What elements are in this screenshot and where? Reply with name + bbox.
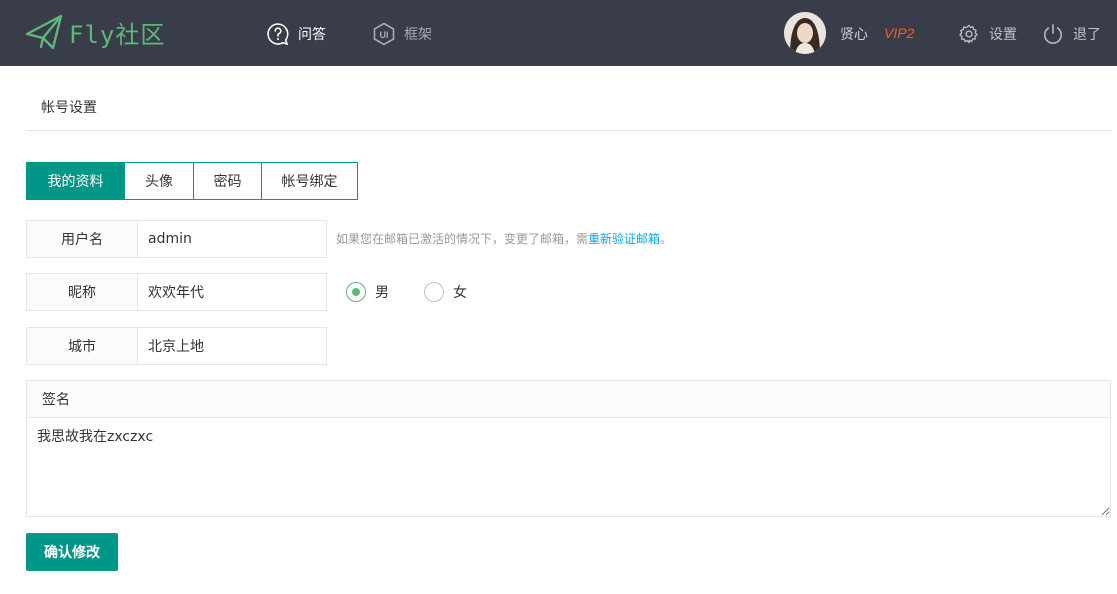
question-bubble-icon xyxy=(266,22,290,46)
email-hint-text: 如果您在邮箱已激活的情况下，变更了邮箱，需 xyxy=(336,232,589,246)
gender-female-radio[interactable]: 女 xyxy=(424,281,467,303)
signature-box: 签名 我思故我在zxczxc xyxy=(26,380,1111,517)
power-icon xyxy=(1041,22,1065,46)
gender-male-radio[interactable]: 男 xyxy=(346,281,389,303)
avatar[interactable] xyxy=(784,12,826,54)
vip-badge: VIP2 xyxy=(884,25,915,41)
settings-link[interactable]: 设置 xyxy=(957,22,1017,46)
page-title: 帐号设置 xyxy=(41,100,97,116)
nav-qa-label: 问答 xyxy=(298,27,326,43)
ui-logo-icon: UI xyxy=(372,22,396,46)
gender-male-label: 男 xyxy=(375,285,389,301)
nav-framework-label: 框架 xyxy=(404,27,432,43)
radio-checked-icon xyxy=(346,282,366,302)
logo-text: Fly社区 xyxy=(69,20,166,49)
tab-avatar[interactable]: 头像 xyxy=(124,163,193,199)
settings-label: 设置 xyxy=(989,27,1017,43)
nickname-input[interactable] xyxy=(138,273,327,311)
nickname-label: 昵称 xyxy=(26,273,138,311)
nickname-row: 昵称 xyxy=(26,273,327,311)
username-input[interactable] xyxy=(138,220,327,258)
gender-female-label: 女 xyxy=(453,285,467,301)
city-row: 城市 xyxy=(26,327,327,365)
email-hint-end: 。 xyxy=(660,232,673,246)
username-label: 用户名 xyxy=(26,220,138,258)
username-row: 用户名 xyxy=(26,220,327,258)
paper-plane-icon xyxy=(25,14,63,50)
nav-framework[interactable]: UI 框架 xyxy=(372,21,432,47)
settings-tabs: 我的资料 头像 密码 帐号绑定 xyxy=(26,162,358,200)
city-input[interactable] xyxy=(138,327,327,365)
email-hint: 如果您在邮箱已激活的情况下，变更了邮箱，需重新验证邮箱。 xyxy=(336,230,672,247)
gear-icon xyxy=(957,22,981,46)
signature-textarea[interactable]: 我思故我在zxczxc xyxy=(27,418,1110,516)
tab-account-binding[interactable]: 帐号绑定 xyxy=(261,163,357,199)
svg-text:UI: UI xyxy=(380,30,389,40)
reverify-email-link[interactable]: 重新验证邮箱 xyxy=(588,232,660,246)
radio-unchecked-icon xyxy=(424,282,444,302)
signature-label: 签名 xyxy=(27,381,1110,418)
username[interactable]: 贤心 xyxy=(840,24,868,44)
nav-qa[interactable]: 问答 xyxy=(266,21,326,47)
divider xyxy=(26,130,1111,131)
logout-label: 退了 xyxy=(1073,27,1101,43)
tab-profile[interactable]: 我的资料 xyxy=(27,163,124,199)
site-logo[interactable]: Fly社区 xyxy=(25,14,165,50)
tab-password[interactable]: 密码 xyxy=(193,163,261,199)
top-header: Fly社区 问答 UI 框架 贤心 VIP2 设置 退了 xyxy=(0,0,1117,66)
city-label: 城市 xyxy=(26,327,138,365)
logout-link[interactable]: 退了 xyxy=(1041,22,1101,46)
confirm-button[interactable]: 确认修改 xyxy=(26,533,118,571)
